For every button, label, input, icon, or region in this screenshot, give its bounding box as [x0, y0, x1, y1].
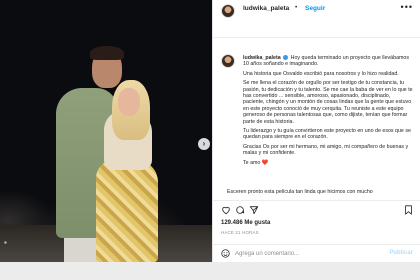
post-photo[interactable]: ▪ › [0, 0, 212, 262]
emoji-icon[interactable] [221, 249, 230, 258]
post-header: ludwika_paleta • Seguir ••• [213, 0, 420, 38]
caption-paragraph-2: Se me llena el corazón de orgullo por se… [243, 80, 413, 125]
publish-button[interactable]: Publicar [389, 250, 413, 256]
verified-badge-icon [283, 55, 289, 60]
photo-corner-mark: ▪ [4, 238, 7, 247]
follow-button[interactable]: Seguir [305, 5, 325, 12]
caption-text: ludwika_paleta Hoy queda terminado un pr… [243, 55, 413, 169]
header-separator: • [295, 4, 298, 11]
comment-input[interactable] [235, 248, 385, 260]
header-username[interactable]: ludwika_paleta [243, 5, 289, 12]
comment-icon[interactable] [235, 205, 245, 215]
instagram-post-embed: ▪ › ludwika_paleta • Seguir ••• ludwika_… [0, 0, 420, 280]
comment-box: Publicar [213, 244, 420, 262]
like-count[interactable]: 129.486 Me gusta [221, 220, 270, 226]
caption-paragraph-1: Una historia que Osvaldo escribió para n… [243, 70, 399, 77]
chevron-right-icon[interactable]: › [198, 138, 210, 150]
photo-woman-face [118, 88, 140, 116]
comment-preview: Esceren pronto esta película tan linda q… [227, 189, 373, 195]
caption-paragraph-4: Gracias Os por ser mi hermano, mi amigo,… [243, 143, 409, 157]
avatar[interactable] [221, 4, 235, 18]
heart-icon[interactable] [221, 205, 231, 215]
post-side-panel: ludwika_paleta • Seguir ••• ludwika_pale… [212, 0, 420, 262]
post-caption: ludwika_paleta Hoy queda terminado un pr… [213, 50, 420, 200]
caption-paragraph-5: Te amo ❤️ [243, 159, 269, 166]
bookmark-icon[interactable] [404, 205, 413, 215]
caption-username[interactable]: ludwika_paleta [243, 55, 281, 61]
photo-woman-dress [96, 160, 158, 262]
photo-man-hair [90, 46, 124, 60]
caption-avatar[interactable] [221, 54, 235, 68]
post-date: HACE 21 HORAS [221, 230, 259, 235]
share-icon[interactable] [249, 205, 259, 215]
caption-paragraph-3: Tu liderazgo y tu guía convirtieron este… [243, 128, 411, 141]
more-icon[interactable]: ••• [401, 2, 413, 12]
